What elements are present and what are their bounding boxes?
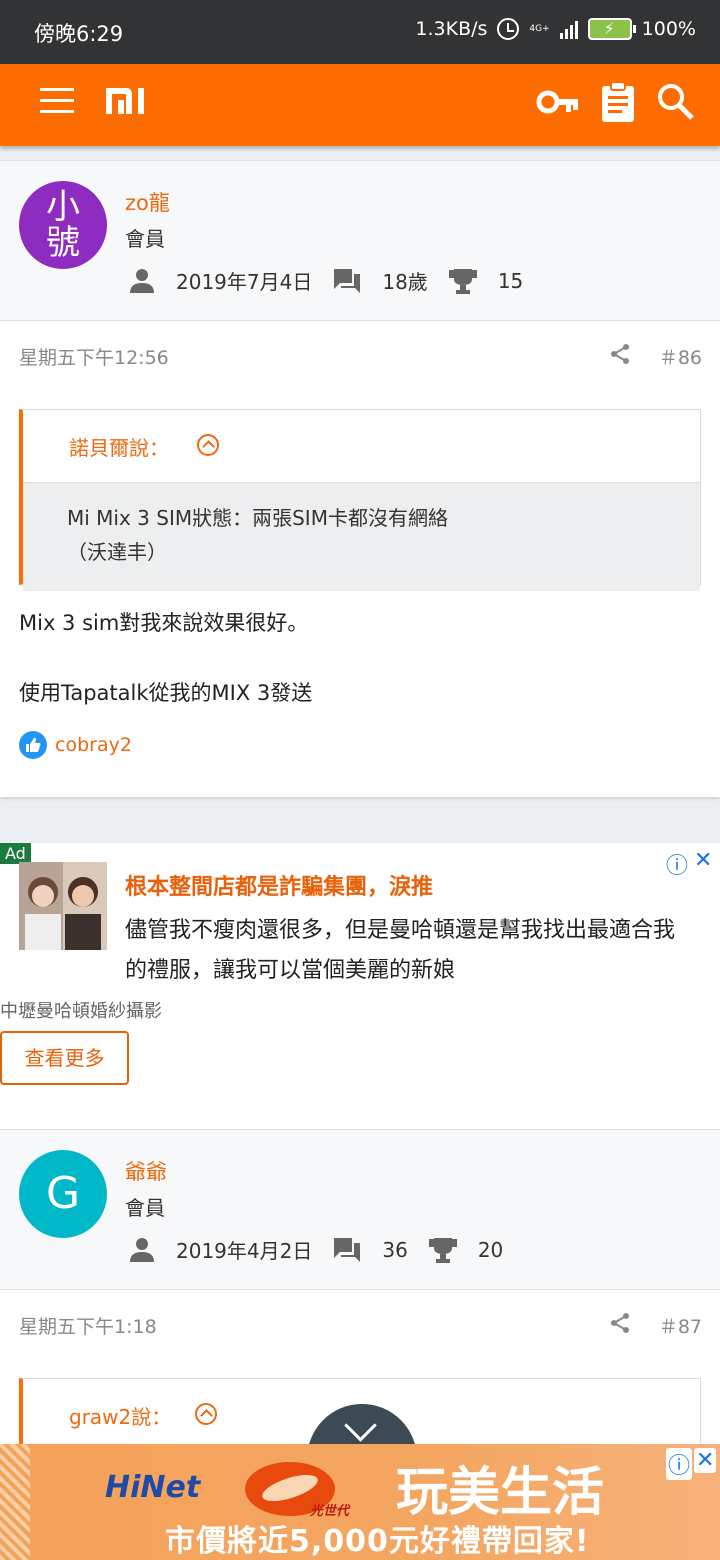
ad-close-icon[interactable]: ✕	[694, 848, 712, 873]
ad-info-icon[interactable]: ⓘ	[666, 848, 688, 880]
quote-author[interactable]: 諾貝爾說：	[69, 432, 169, 461]
share-icon[interactable]	[609, 1312, 631, 1334]
quote-text: Mi Mix 3 SIM狀態：兩張SIM卡都沒有網絡 （沃達丰）	[23, 482, 700, 591]
reactions[interactable]: cobray2	[19, 731, 132, 759]
joined-date: 2019年4月2日	[176, 1239, 313, 1263]
status-time: 傍晚6:29	[34, 22, 124, 46]
post-body-card: 星期五下午12:56 ＃86 諾貝爾說： Mi Mix 3 SIM狀態：兩張SI…	[0, 321, 720, 797]
author-stats: 2019年4月2日 36 20	[128, 1235, 523, 1264]
user-icon	[130, 268, 154, 293]
menu-icon[interactable]	[40, 88, 74, 118]
author-name[interactable]: 爺爺	[125, 1156, 167, 1186]
message-count: 18歲	[382, 270, 428, 294]
battery-level: 100%	[641, 18, 696, 40]
avatar-text: 小號	[46, 187, 80, 263]
avatar[interactable]: 小號	[19, 181, 107, 269]
share-icon[interactable]	[609, 343, 631, 365]
trophy-icon	[448, 268, 477, 294]
ad-cta-button[interactable]: 查看更多	[0, 1031, 129, 1085]
author-stats: 2019年7月4日 18歲 15	[128, 266, 543, 295]
banner-headline: 玩美生活	[396, 1463, 605, 1523]
ad-advertiser[interactable]: 中壢曼哈頓婚紗攝影	[0, 997, 162, 1023]
alarm-icon	[497, 18, 520, 40]
banner-info-icon[interactable]: ⓘ	[666, 1448, 693, 1480]
quote-block: 諾貝爾說： Mi Mix 3 SIM狀態：兩張SIM卡都沒有網絡 （沃達丰）	[19, 409, 701, 591]
signal-icon	[559, 19, 578, 39]
mi-logo[interactable]	[104, 86, 152, 116]
author-name[interactable]: zo龍	[125, 187, 170, 217]
quote-author[interactable]: graw2說：	[69, 1401, 171, 1430]
banner-subline: 市價將近5,000元好禮帶回家!	[165, 1524, 590, 1559]
key-icon[interactable]	[536, 80, 580, 124]
quote-header: 諾貝爾說：	[23, 410, 700, 482]
post-number[interactable]: ＃86	[659, 343, 702, 370]
jump-to-quote-icon[interactable]	[195, 1403, 217, 1425]
user-icon	[130, 1237, 154, 1262]
post-author-header: 小號 zo龍 會員 2019年7月4日 18歲 15	[0, 160, 720, 321]
post-time[interactable]: 星期五下午12:56	[19, 343, 169, 370]
quote-line-1: Mi Mix 3 SIM狀態：兩張SIM卡都沒有網絡	[67, 506, 448, 530]
messages-icon	[334, 268, 361, 293]
app-bar	[0, 64, 720, 146]
ad-badge: Ad	[0, 843, 31, 864]
battery-icon: ⚡	[587, 18, 636, 40]
post-author-header: G 爺爺 會員 2019年4月2日 36 20	[0, 1129, 720, 1290]
ad-title[interactable]: 根本整間店都是詐騙集團，淚推	[125, 869, 433, 901]
banner-decoration	[0, 1444, 30, 1560]
trophy-icon	[428, 1237, 457, 1263]
author-role: 會員	[125, 1196, 165, 1220]
ad-image[interactable]	[19, 862, 107, 950]
banner-close-icon[interactable]: ✕	[694, 1448, 717, 1473]
net-speed: 1.3KB/s	[415, 18, 488, 40]
search-icon[interactable]	[654, 80, 698, 124]
trophy-count: 15	[497, 268, 524, 293]
author-role: 會員	[125, 227, 165, 251]
trophy-count: 20	[477, 1237, 504, 1262]
post-body-line-2: 使用Tapatalk從我的MIX 3發送	[19, 681, 313, 705]
avatar[interactable]: G	[19, 1150, 107, 1238]
network-type: 4G+	[529, 23, 550, 34]
message-count: 36	[382, 1237, 408, 1262]
messages-icon	[334, 1237, 361, 1262]
post-number[interactable]: ＃87	[659, 1312, 702, 1339]
like-icon	[19, 731, 47, 759]
banner-ad[interactable]: HiNet 光世代 玩美生活 市價將近5,000元好禮帶回家! ⓘ ✕	[0, 1444, 720, 1560]
clipboard-icon[interactable]	[596, 80, 640, 124]
post-body-line-1: Mix 3 sim對我來說效果很好。	[19, 611, 309, 635]
joined-date: 2019年7月4日	[176, 270, 313, 294]
quote-line-2: （沃達丰）	[67, 540, 167, 564]
post-time[interactable]: 星期五下午1:18	[19, 1312, 157, 1339]
jump-to-quote-icon[interactable]	[197, 434, 219, 456]
liked-by-user[interactable]: cobray2	[55, 734, 132, 756]
status-bar: 傍晚6:29 1.3KB/s 4G+ ⚡ 100%	[0, 0, 720, 64]
ad-description: 儘管我不瘦肉還很多，但是曼哈頓還是幫我找出最適合我的禮服，讓我可以當個美麗的新娘	[125, 918, 676, 983]
hinet-logo: HiNet	[105, 1470, 201, 1505]
ad-unit[interactable]: Ad ⓘ ✕ 根本整間店都是詐騙集團，淚推 儘管我不瘦肉還很多，但是曼哈頓還是幫…	[0, 843, 720, 1131]
status-indicators: 1.3KB/s 4G+ ⚡ 100%	[415, 18, 696, 40]
